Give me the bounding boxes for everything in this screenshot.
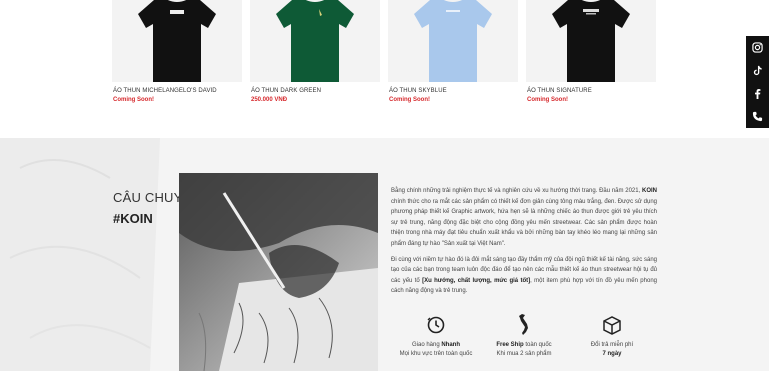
product-image[interactable] — [388, 0, 518, 82]
feature-free-return: Đổi trả miễn phí 7 ngày — [567, 313, 657, 359]
tiktok-icon[interactable] — [746, 59, 769, 82]
clock-icon — [391, 313, 481, 337]
product-card[interactable]: ÁO THUN MICHELANGELO'S DAVID Coming Soon… — [112, 0, 242, 103]
product-image[interactable] — [526, 0, 656, 82]
story-description: Bằng chính những trải nghiệm thực tế và … — [391, 186, 657, 302]
service-features: Giao hàng Nhanh Mọi khu vực trên toàn qu… — [391, 313, 657, 371]
facebook-icon[interactable] — [746, 82, 769, 105]
designer-sketch-photo — [179, 173, 378, 371]
product-grid: ÁO THUN MICHELANGELO'S DAVID Coming Soon… — [112, 0, 664, 138]
box-icon — [567, 313, 657, 337]
product-card[interactable]: ÁO THUN DARK GREEN 250.000 VNĐ — [250, 0, 380, 103]
product-image[interactable] — [250, 0, 380, 82]
social-sidebar — [746, 36, 769, 128]
product-price: Coming Soon! — [389, 97, 430, 103]
product-name[interactable]: ÁO THUN SIGNATURE — [527, 88, 592, 94]
product-price: 250.000 VNĐ — [251, 97, 288, 103]
story-paragraph-1: Bằng chính những trải nghiệm thực tế và … — [391, 188, 657, 247]
product-price: Coming Soon! — [113, 97, 154, 103]
product-price: Coming Soon! — [527, 97, 568, 103]
product-name[interactable]: ÁO THUN MICHELANGELO'S DAVID — [113, 88, 217, 94]
product-name[interactable]: ÁO THUN DARK GREEN — [251, 88, 321, 94]
story-hashtag: #KOIN — [113, 211, 153, 226]
feature-fast-delivery: Giao hàng Nhanh Mọi khu vực trên toàn qu… — [391, 313, 481, 359]
product-card[interactable]: ÁO THUN SKYBLUE Coming Soon! — [388, 0, 518, 103]
product-card[interactable]: ÁO THUN SIGNATURE Coming Soon! — [526, 0, 656, 103]
phone-icon[interactable] — [746, 105, 769, 128]
brand-story-section: CÂU CHUYỆN VỀ #KOIN Bằng chính những trả… — [0, 138, 769, 371]
instagram-icon[interactable] — [746, 36, 769, 59]
story-paragraph-2: Đi cùng với niềm tự hào đó là đôi mắt sá… — [391, 256, 657, 295]
vietnam-map-icon — [479, 313, 569, 337]
feature-free-ship: Free Ship toàn quốc Khi mua 2 sản phẩm — [479, 313, 569, 359]
product-name[interactable]: ÁO THUN SKYBLUE — [389, 88, 447, 94]
product-image[interactable] — [112, 0, 242, 82]
